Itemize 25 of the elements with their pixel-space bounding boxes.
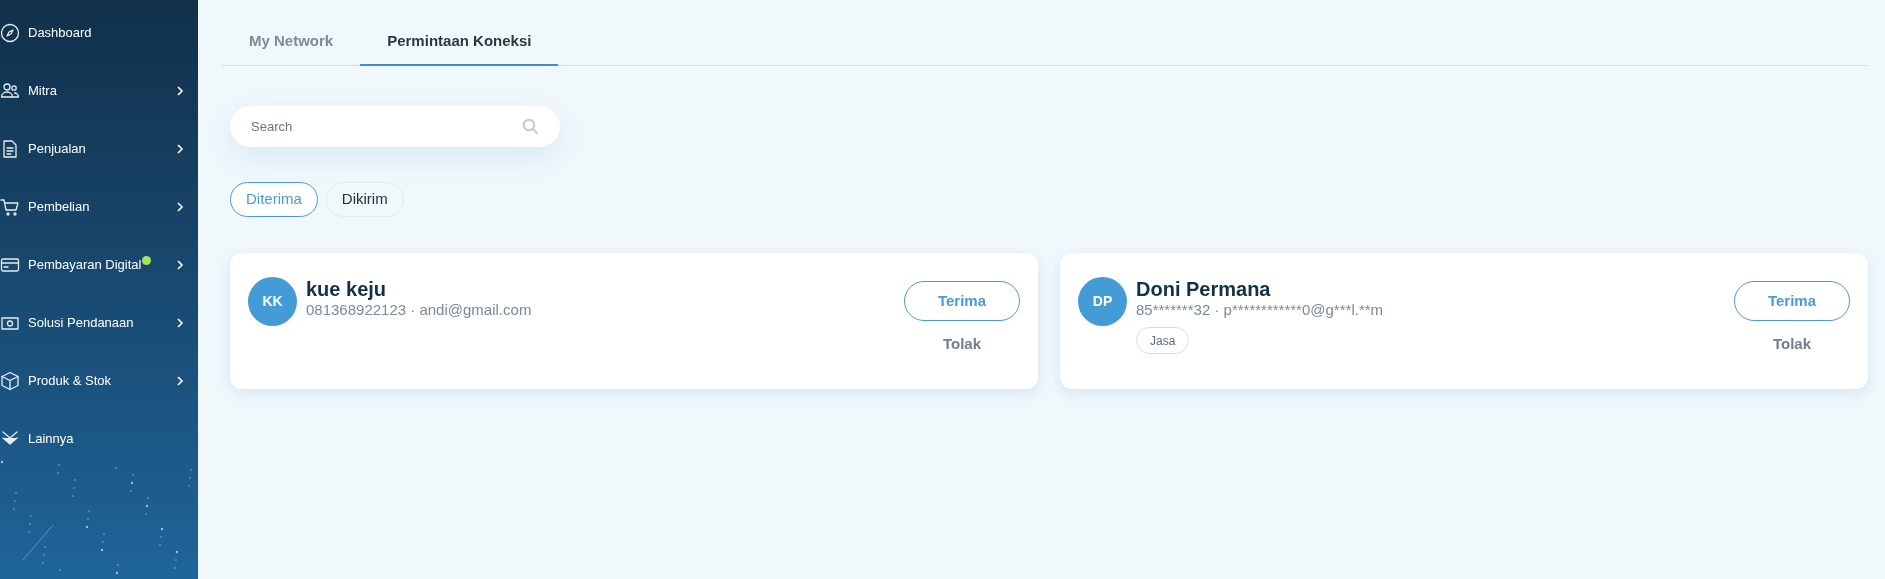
cart-icon: [0, 197, 20, 217]
box-icon: [0, 371, 20, 391]
contact-name: kue keju: [306, 277, 387, 301]
avatar: KK: [248, 277, 297, 326]
contact-details: 081368922123 · andi@gmail.com: [306, 301, 532, 319]
sidebar-item[interactable]: Pembelian: [0, 196, 198, 218]
document-icon: [0, 139, 20, 159]
reject-button[interactable]: Tolak: [1772, 333, 1812, 356]
users-icon: [0, 81, 20, 101]
sidebar-item[interactable]: Lainnya: [0, 428, 198, 450]
tab[interactable]: Permintaan Koneksi: [360, 18, 559, 66]
search-field[interactable]: Search: [230, 106, 560, 147]
contact-details: 85*******32 · p************0@g***l.**m: [1136, 301, 1384, 319]
search-icon: [522, 118, 539, 135]
sidebar-item[interactable]: Dashboard: [0, 22, 198, 44]
avatar: DP: [1078, 277, 1127, 326]
sidebar-item[interactable]: Mitra: [0, 80, 198, 102]
card-icon: [0, 255, 20, 275]
compass-icon: [0, 23, 20, 43]
sidebar-item[interactable]: Solusi Pendanaan: [0, 312, 198, 334]
sidebar-item[interactable]: Penjualan: [0, 138, 198, 160]
reject-button[interactable]: Tolak: [942, 333, 982, 356]
sidebar-item[interactable]: Produk & Stok: [0, 370, 198, 392]
contact-name: Doni Permana: [1136, 277, 1271, 301]
sidebar-item[interactable]: Pembayaran Digital: [0, 254, 198, 276]
